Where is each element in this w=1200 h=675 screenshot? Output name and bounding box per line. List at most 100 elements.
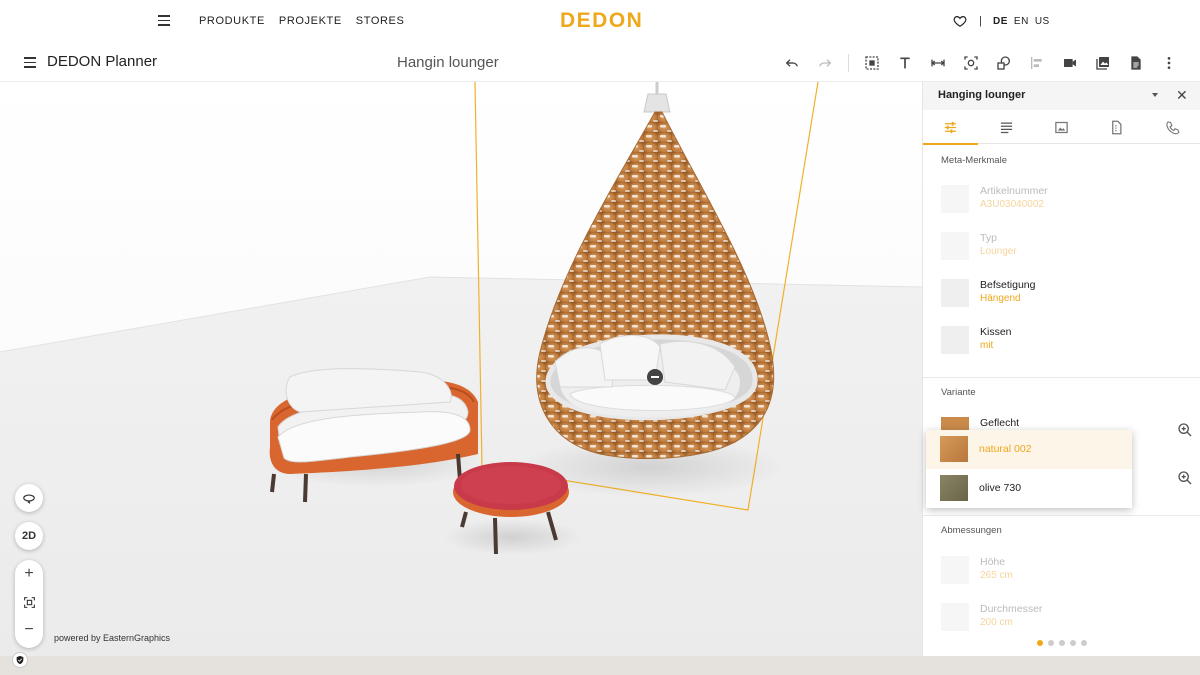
section-divider [923, 515, 1200, 516]
tab-images[interactable] [1034, 110, 1089, 144]
tab-files[interactable] [1089, 110, 1144, 144]
prop-value: Lounger [980, 246, 1017, 257]
prop-value: 265 cm [980, 570, 1013, 581]
nav-link-produkte[interactable]: PRODUKTE [199, 15, 265, 27]
page-dot[interactable] [1070, 640, 1076, 646]
prop-value: mit [980, 340, 994, 351]
lang-de[interactable]: DE [993, 16, 1008, 27]
prop-swatch [941, 232, 969, 260]
zoom-icon[interactable] [1177, 422, 1193, 438]
option-label: natural 002 [979, 443, 1032, 455]
prop-name: Artikelnummer [980, 185, 1048, 197]
zoom-in-button[interactable]: + [15, 560, 43, 588]
prop-befestigung[interactable]: Befsetigung Hängend [941, 279, 1181, 311]
prop-name: Befsetigung [980, 279, 1036, 291]
document-title[interactable]: Hangin lounger [397, 54, 499, 71]
snapshot-icon[interactable] [961, 53, 981, 73]
page-dot[interactable] [1081, 640, 1087, 646]
file-icon [1112, 120, 1122, 134]
prop-swatch [941, 326, 969, 354]
measure-icon[interactable] [928, 53, 948, 73]
tab-properties[interactable] [923, 110, 979, 145]
prop-swatch [941, 417, 969, 431]
site-navigation: PRODUKTE PROJEKTE STORES DEDON | DE EN U… [0, 0, 1200, 44]
option-swatch [940, 475, 968, 501]
nav-link-projekte[interactable]: PROJEKTE [279, 15, 342, 27]
document-icon[interactable] [1126, 53, 1146, 73]
shield-icon[interactable] [12, 652, 28, 668]
brand-logo[interactable]: DEDON [560, 9, 643, 33]
dropdown-option[interactable]: natural 002 [926, 430, 1132, 469]
3d-viewport[interactable]: 2D + − powered by EasternGraphics [0, 82, 922, 656]
tab-contact[interactable] [1145, 110, 1200, 144]
fit-view-icon[interactable] [15, 588, 43, 616]
site-nav-links: PRODUKTE PROJEKTE STORES [199, 15, 404, 27]
bottom-bar [0, 656, 1200, 675]
prop-name: Höhe [980, 556, 1006, 568]
scene-render [0, 82, 922, 656]
app-name: DEDON Planner [47, 53, 158, 70]
list-icon [1000, 122, 1012, 133]
zoom-icon[interactable] [1177, 470, 1193, 486]
prop-swatch [941, 279, 969, 307]
prop-name: Typ [980, 232, 997, 244]
align-icon[interactable] [1027, 53, 1047, 73]
lang-us[interactable]: US [1035, 16, 1050, 27]
redo-icon[interactable] [815, 53, 835, 73]
toolbar-divider [848, 54, 849, 72]
prop-swatch [941, 556, 969, 584]
zoom-out-button[interactable]: − [15, 616, 43, 644]
page-dot[interactable] [1037, 640, 1043, 646]
text-icon[interactable] [895, 53, 915, 73]
option-label: olive 730 [979, 482, 1022, 494]
panel-tabs [923, 110, 1200, 145]
language-switcher: DE EN US [993, 16, 1050, 27]
planner-toolbar: DEDON Planner Hangin lounger [0, 44, 1200, 82]
video-icon[interactable] [1060, 53, 1080, 73]
prop-artikelnummer: Artikelnummer A3U03040002 [941, 185, 1181, 217]
prop-value: A3U03040002 [980, 199, 1044, 210]
panel-header: Hanging lounger ✕ [923, 82, 1200, 110]
view-mode-2d-button[interactable]: 2D [15, 522, 43, 550]
dropdown-option[interactable]: olive 730 [926, 469, 1132, 508]
rotate-view-icon[interactable] [15, 484, 43, 512]
select-area-icon[interactable] [862, 53, 882, 73]
tab-description[interactable] [978, 110, 1033, 144]
section-dimensions-label: Abmessungen [941, 525, 1002, 536]
section-meta-label: Meta-Merkmale [941, 155, 1007, 166]
nav-separator: | [979, 15, 982, 27]
nav-link-stores[interactable]: STORES [356, 15, 405, 27]
prop-swatch [941, 603, 969, 631]
chevron-down-icon[interactable] [1152, 93, 1158, 97]
gallery-icon[interactable] [1093, 53, 1113, 73]
prop-value: Hängend [980, 293, 1021, 304]
page-dot[interactable] [1059, 640, 1065, 646]
tool-buttons [782, 53, 1192, 73]
lang-en[interactable]: EN [1014, 16, 1029, 27]
more-icon[interactable] [1159, 53, 1179, 73]
phone-icon [1166, 120, 1180, 134]
prop-kissen[interactable]: Kissen mit [941, 326, 1181, 358]
site-menu-icon[interactable] [158, 15, 170, 26]
prop-swatch [941, 185, 969, 213]
section-divider [923, 377, 1200, 378]
remove-object-icon[interactable] [647, 369, 663, 385]
prop-hoehe: Höhe 265 cm [941, 556, 1181, 588]
planner-menu-icon[interactable] [24, 57, 36, 68]
powered-by-label: powered by EasternGraphics [54, 633, 171, 643]
heart-icon[interactable] [953, 14, 967, 28]
close-icon[interactable]: ✕ [1176, 87, 1188, 104]
prop-name: Geflecht [980, 417, 1020, 429]
image-icon [1055, 121, 1068, 133]
option-swatch [940, 436, 968, 462]
prop-value: 200 cm [980, 617, 1013, 628]
prop-durchmesser: Durchmesser 200 cm [941, 603, 1181, 635]
prop-name: Kissen [980, 326, 1012, 338]
prop-name: Durchmesser [980, 603, 1043, 615]
variant-dropdown: natural 002 olive 730 [926, 430, 1132, 508]
pagination-dots [1037, 640, 1087, 646]
properties-panel: Hanging lounger ✕ Meta-Merkmale Artikeln… [922, 82, 1200, 656]
undo-icon[interactable] [782, 53, 802, 73]
shapes-icon[interactable] [994, 53, 1014, 73]
page-dot[interactable] [1048, 640, 1054, 646]
